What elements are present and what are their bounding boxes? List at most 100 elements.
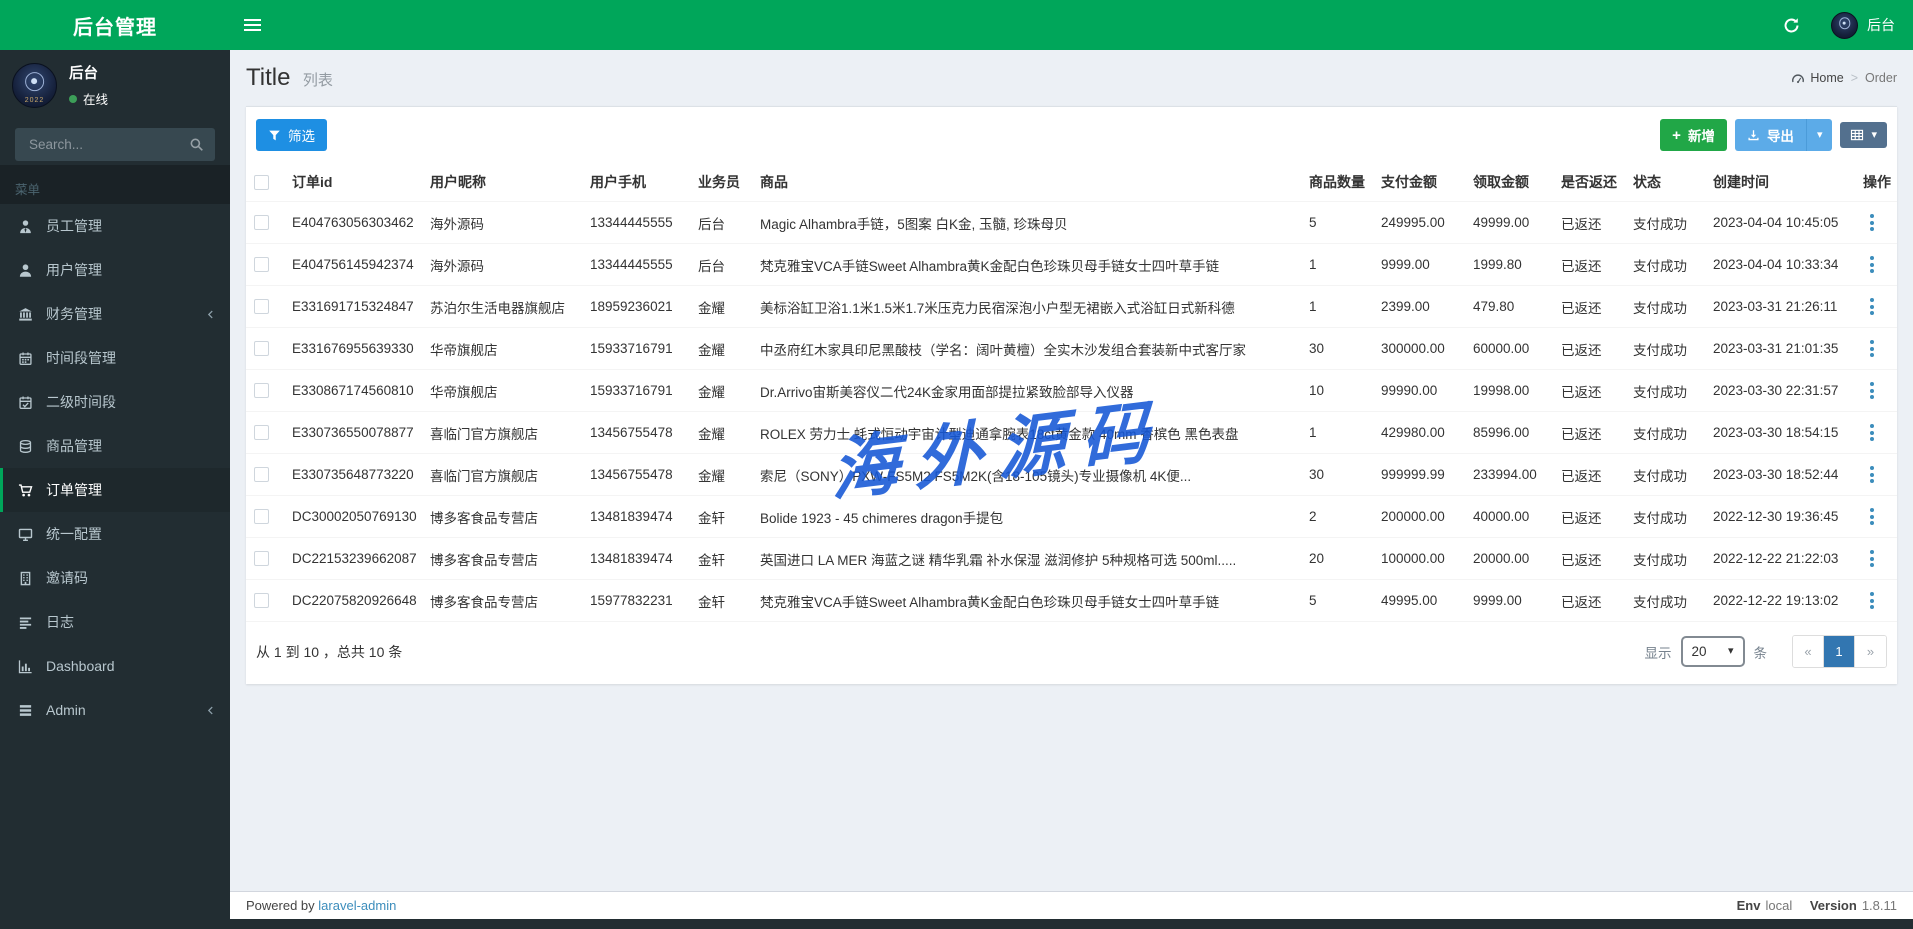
user-icon	[15, 263, 35, 278]
row-checkbox[interactable]	[254, 383, 269, 399]
row-actions-button[interactable]	[1863, 506, 1881, 527]
nickname-cell: 喜临门官方旗舰店	[422, 411, 582, 454]
row-actions-button[interactable]	[1863, 422, 1881, 443]
col-qty: 商品数量	[1301, 163, 1373, 202]
row-checkbox[interactable]	[254, 551, 269, 567]
sidebar-item-staff[interactable]: 员工管理	[0, 204, 230, 248]
sidebar-item-label: 二级时间段	[46, 394, 116, 410]
pay_amount-cell: 300000.00	[1373, 327, 1465, 370]
row-actions-button[interactable]	[1863, 254, 1881, 275]
col-receive_amount: 领取金额	[1465, 163, 1553, 202]
sidebar-item-invite[interactable]: 邀请码	[0, 556, 230, 600]
page-footer: Powered by laravel-admin Env local Versio…	[230, 891, 1913, 919]
returned-cell: 已返还	[1553, 327, 1625, 370]
sidebar-item-orders[interactable]: 订单管理	[0, 468, 230, 512]
app-window: 后台管理 后台 2022 后台 在线 Search... 菜单 员工管理 用户管…	[0, 0, 1913, 929]
sidebar-item-label: 用户管理	[46, 262, 102, 278]
sidebar-item-timeslot2[interactable]: 二级时间段	[0, 380, 230, 424]
page-title: Title	[246, 64, 291, 91]
row-actions-button[interactable]	[1863, 464, 1881, 485]
receive_amount-cell: 479.80	[1465, 285, 1553, 328]
row-actions-button[interactable]	[1863, 590, 1881, 611]
sidebar-item-admin[interactable]: Admin	[0, 688, 230, 732]
salesman-cell: 金耀	[690, 285, 752, 328]
breadcrumb-home-link[interactable]: Home	[1791, 71, 1844, 85]
status-cell: 支付成功	[1625, 285, 1705, 328]
product-cell: Bolide 1923 - 45 chimeres dragon手提包	[752, 495, 1301, 538]
created_at-cell: 2023-03-31 21:01:35	[1705, 327, 1855, 370]
filter-button[interactable]: 筛选	[256, 119, 327, 151]
row-actions-button[interactable]	[1863, 380, 1881, 401]
row-actions-button[interactable]	[1863, 296, 1881, 317]
pay_amount-cell: 249995.00	[1373, 201, 1465, 244]
create-button[interactable]: + 新增	[1660, 119, 1727, 151]
page-size-value: 20	[1691, 644, 1707, 659]
qty-cell: 1	[1301, 285, 1373, 328]
create-button-label: 新增	[1687, 129, 1715, 144]
sidebar-user-avatar: 2022	[12, 62, 57, 108]
row-actions-button[interactable]	[1863, 212, 1881, 233]
product-cell: 梵克雅宝VCA手链Sweet Alhambra黄K金配白色珍珠贝母手链女士四叶草…	[752, 579, 1301, 622]
order_id-cell: E330735648773220	[284, 453, 422, 496]
search-icon[interactable]	[181, 130, 211, 160]
row-checkbox[interactable]	[254, 215, 269, 231]
row-checkbox[interactable]	[254, 593, 269, 609]
chart-bar-icon	[15, 659, 35, 674]
refresh-icon[interactable]	[1773, 0, 1809, 50]
sidebar-item-timeslot[interactable]: 时间段管理	[0, 336, 230, 380]
row-actions-button[interactable]	[1863, 338, 1881, 359]
returned-cell: 已返还	[1553, 537, 1625, 580]
order_id-cell: DC30002050769130	[284, 495, 422, 538]
row-checkbox[interactable]	[254, 341, 269, 357]
pagination-next-button[interactable]: »	[1855, 636, 1886, 667]
nickname-cell: 博多客食品专营店	[422, 537, 582, 580]
sidebar-item-dashboard[interactable]: Dashboard	[0, 644, 230, 688]
pagination-prev-button[interactable]: «	[1793, 636, 1824, 667]
col-created_at: 创建时间	[1705, 163, 1855, 202]
row-checkbox[interactable]	[254, 299, 269, 315]
table-grid-icon	[1851, 129, 1864, 141]
status-cell: 支付成功	[1625, 411, 1705, 454]
order_id-cell: E330867174560810	[284, 369, 422, 412]
table-row: E331676955639330 华帝旗舰店 15933716791 金耀 中丞府红木家…	[246, 327, 1897, 370]
sidebar-item-products[interactable]: 商品管理	[0, 424, 230, 468]
filter-button-label: 筛选	[288, 129, 315, 144]
pay_amount-cell: 49995.00	[1373, 579, 1465, 622]
status-cell: 支付成功	[1625, 243, 1705, 286]
phone-cell: 13344445555	[582, 201, 690, 244]
row-actions-button[interactable]	[1863, 548, 1881, 569]
columns-button[interactable]: ▾	[1840, 122, 1887, 148]
sidebar-toggle-button[interactable]	[244, 0, 284, 50]
order_id-cell: DC22153239662087	[284, 537, 422, 580]
export-button[interactable]: 导出	[1734, 119, 1806, 151]
row-checkbox[interactable]	[254, 257, 269, 273]
row-checkbox[interactable]	[254, 425, 269, 441]
status-cell: 支付成功	[1625, 201, 1705, 244]
row-checkbox[interactable]	[254, 467, 269, 483]
pagination-page-1[interactable]: 1	[1824, 636, 1855, 667]
pagination-summary: 从 1 到 10 ，总共 10 条	[256, 643, 403, 660]
returned-cell: 已返还	[1553, 285, 1625, 328]
status-cell: 支付成功	[1625, 495, 1705, 538]
sidebar-item-users[interactable]: 用户管理	[0, 248, 230, 292]
online-status-label: 在线	[83, 93, 109, 107]
page-size-select[interactable]: 20 ▾	[1680, 636, 1745, 667]
product-cell: 中丞府红木家具印尼黑酸枝（学名：阔叶黄檀）全实木沙发组合套装新中式客厅家	[752, 327, 1301, 370]
cart-icon	[15, 483, 35, 498]
laravel-admin-link[interactable]: laravel-admin	[318, 898, 396, 913]
row-checkbox[interactable]	[254, 509, 269, 525]
order_id-cell: E404756145942374	[284, 243, 422, 286]
app-logo[interactable]: 后台管理	[0, 0, 230, 50]
user-menu[interactable]: 后台	[1831, 11, 1899, 39]
sidebar-item-finance[interactable]: 财务管理	[0, 292, 230, 336]
search-input[interactable]	[27, 136, 181, 153]
phone-cell: 13456755478	[582, 453, 690, 496]
sidebar-item-config[interactable]: 统一配置	[0, 512, 230, 556]
select-all-checkbox[interactable]	[254, 175, 269, 191]
export-caret-button[interactable]: ▾	[1805, 119, 1833, 151]
pay_amount-cell: 100000.00	[1373, 537, 1465, 580]
col-salesman: 业务员	[690, 163, 752, 202]
sidebar-item-logs[interactable]: 日志	[0, 600, 230, 644]
chevron-left-icon	[205, 705, 216, 716]
created_at-cell: 2023-04-04 10:33:34	[1705, 243, 1855, 286]
